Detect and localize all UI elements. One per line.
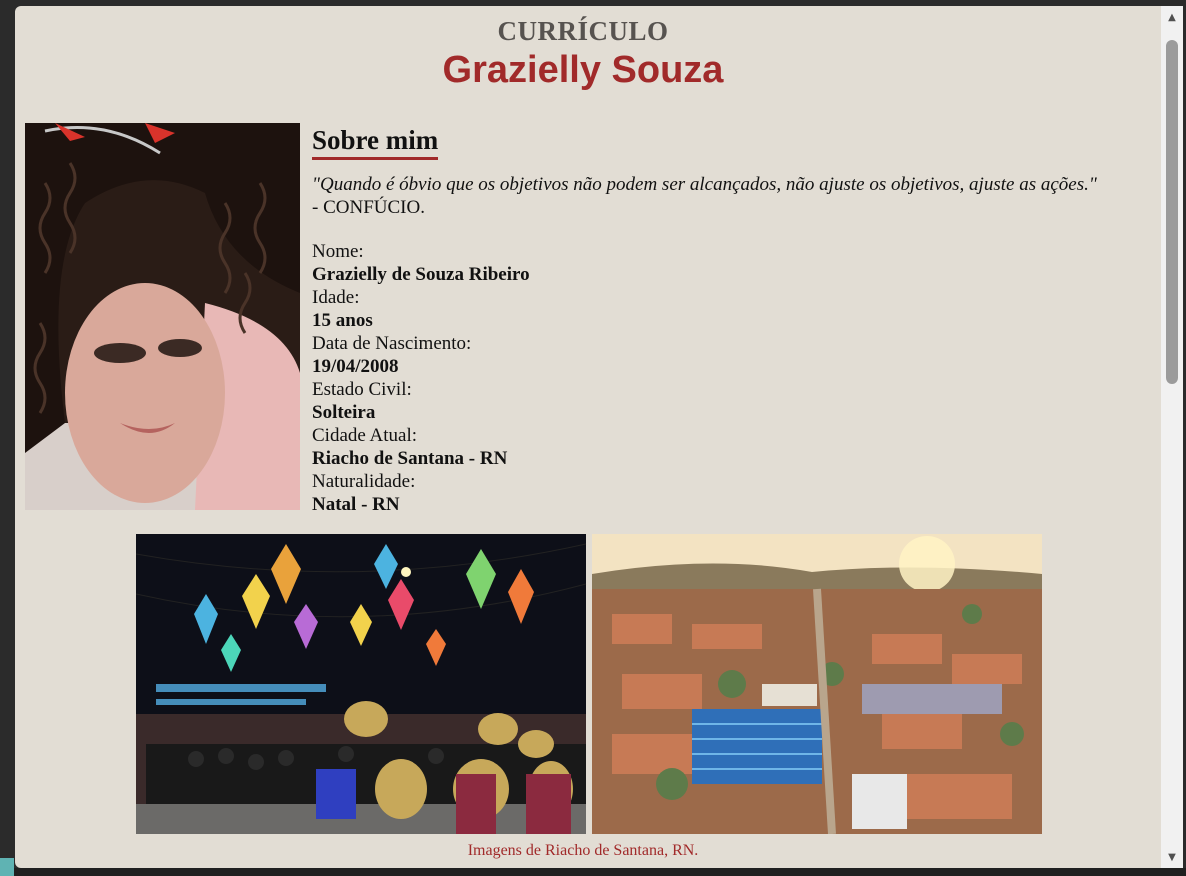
scrollbar-thumb[interactable]: [1166, 40, 1178, 384]
fact-label-birthdate: Data de Nascimento:: [312, 333, 472, 354]
about-quote: "Quando é óbvio que os objetivos não pod…: [312, 173, 1152, 219]
scroll-up-arrow-icon[interactable]: ▲: [1161, 8, 1183, 26]
about-section: Sobre mim "Quando é óbvio que os objetiv…: [312, 123, 1152, 516]
fact-value-marital-status: Solteira: [312, 402, 376, 423]
aerial-city-photo: [592, 534, 1042, 835]
fact-value-current-city: Riacho de Santana - RN: [312, 448, 508, 469]
fact-value-birthdate: 19/04/2008: [312, 356, 399, 377]
festival-street-photo: [135, 534, 587, 834]
quote-author: - CONFÚCIO.: [312, 197, 425, 218]
gallery-caption: Imagens de Riacho de Santana, RN.: [467, 842, 699, 859]
page-heading: CURRÍCULO Grazielly Souza: [15, 16, 1151, 92]
fact-value-birthplace: Natal - RN: [312, 494, 400, 515]
curriculum-label: CURRÍCULO: [497, 16, 669, 46]
fact-value-age: 15 anos: [312, 310, 373, 331]
browser-viewport: CURRÍCULO Grazielly Souza Sobre mim "Qua…: [15, 6, 1161, 868]
person-name-title: Grazielly Souza: [442, 49, 724, 91]
fact-label-current-city: Cidade Atual:: [312, 425, 418, 446]
scroll-down-arrow-icon[interactable]: ▼: [1161, 848, 1183, 866]
fact-label-marital-status: Estado Civil:: [312, 379, 412, 400]
fact-label-age: Idade:: [312, 287, 360, 308]
profile-photo: [25, 123, 300, 510]
personal-facts: Nome: Grazielly de Souza Ribeiro Idade: …: [312, 240, 1152, 516]
fact-label-birthplace: Naturalidade:: [312, 471, 416, 492]
city-gallery: [135, 534, 1042, 835]
about-title: Sobre mim: [312, 123, 439, 160]
fact-label-name: Nome:: [312, 241, 364, 262]
quote-text: "Quando é óbvio que os objetivos não pod…: [312, 174, 1097, 195]
taskbar-accent: [0, 858, 14, 876]
taskbar-edge: [0, 858, 1186, 876]
vertical-scrollbar[interactable]: ▲ ▼: [1161, 6, 1183, 868]
fact-value-name: Grazielly de Souza Ribeiro: [312, 264, 530, 285]
